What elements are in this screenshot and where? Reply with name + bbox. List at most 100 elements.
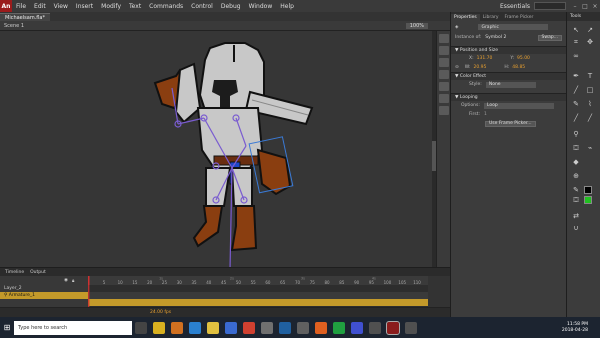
eraser-tool-icon[interactable]: ◆ (572, 158, 580, 166)
system-clock[interactable]: 11:58 PM 2018-04-28 (562, 322, 600, 334)
stroke-color-icon[interactable]: ✎ (572, 186, 580, 194)
x-field[interactable]: 131.70 (477, 56, 493, 61)
info-icon[interactable] (439, 70, 449, 79)
lasso-icon[interactable]: ∞ (572, 52, 580, 60)
lock-layers-icon[interactable]: 🔒︎ (72, 278, 74, 284)
animate-taskbar-icon[interactable] (386, 320, 400, 335)
tab-timeline[interactable]: Timeline (2, 270, 27, 275)
pinned-app-icon[interactable] (153, 321, 165, 334)
lock-icon[interactable]: ⊝ (455, 65, 459, 70)
menu-window[interactable]: Window (245, 3, 277, 10)
layer-row-selected[interactable]: ⚲ Armature_1 (0, 292, 88, 299)
color-icon[interactable] (439, 34, 449, 43)
pinned-app-icon[interactable] (333, 321, 345, 334)
pinned-app-icon[interactable] (261, 321, 273, 334)
pinned-app-icon[interactable] (369, 321, 381, 334)
brush-tool-icon[interactable]: ⌇ (586, 100, 594, 108)
menu-insert[interactable]: Insert (72, 3, 97, 10)
library-icon[interactable] (439, 106, 449, 115)
selection-tool-icon[interactable]: ↖ (572, 26, 580, 34)
w-field[interactable]: 20.95 (473, 65, 486, 70)
scene-breadcrumb[interactable]: Scene 1 (4, 23, 24, 29)
help-search-input[interactable] (534, 2, 566, 10)
frame-picker-button[interactable]: Use Frame Picker... (485, 120, 536, 127)
swatches-icon[interactable] (439, 46, 449, 55)
pencil-tool-icon[interactable]: ✎ (572, 100, 580, 108)
fill-color-swatch[interactable] (584, 196, 592, 204)
layer-row[interactable]: Layer_2 (0, 285, 88, 292)
zoom-select[interactable]: 100% (405, 22, 428, 29)
workspace-switcher[interactable]: Essentials (496, 3, 534, 10)
edge-icon[interactable] (189, 321, 201, 334)
fps-readout[interactable]: 24.00 fps (150, 310, 171, 315)
menu-help[interactable]: Help (276, 3, 298, 10)
swap-colors-icon[interactable]: ⇄ (572, 212, 580, 220)
stroke-color-swatch[interactable] (584, 186, 592, 194)
tab-properties[interactable]: Properties (451, 14, 480, 21)
close-icon[interactable]: × (590, 3, 600, 10)
line-tool-icon[interactable]: ╱ (572, 86, 580, 94)
history-icon[interactable] (439, 94, 449, 103)
document-tab[interactable]: Michaelsam.fla* (0, 13, 50, 21)
fill-color-icon[interactable]: ⛋ (572, 196, 580, 204)
pinned-app-icon[interactable] (297, 321, 309, 334)
pinned-app-icon[interactable] (171, 321, 183, 334)
h-field[interactable]: 48.85 (512, 65, 525, 70)
eyedropper-icon[interactable]: ⌁ (586, 144, 594, 152)
firefox-icon[interactable] (315, 321, 327, 334)
frame-grid[interactable] (88, 285, 428, 307)
tab-frame-picker[interactable]: Frame Picker (502, 14, 537, 21)
symbol-type-select[interactable]: Graphic (478, 24, 549, 30)
transform-icon[interactable] (439, 82, 449, 91)
store-icon[interactable] (225, 321, 237, 334)
bone-tool-icon[interactable]: ⚲ (572, 130, 580, 138)
style-select[interactable]: None (485, 81, 536, 88)
maximize-icon[interactable]: □ (580, 3, 590, 10)
pinned-app-icon[interactable] (279, 321, 291, 334)
layer-2-frames[interactable] (88, 292, 428, 299)
looping-section-header[interactable]: ▼ Looping (451, 93, 566, 101)
subselection-tool-icon[interactable]: ↗ (586, 26, 594, 34)
menu-text[interactable]: Text (125, 3, 145, 10)
zoom-tool-icon[interactable]: ⊕ (572, 172, 580, 180)
menu-debug[interactable]: Debug (217, 3, 245, 10)
align-icon[interactable] (439, 58, 449, 67)
3d-rotation-icon[interactable]: ✥ (586, 38, 594, 46)
pen-tool-icon[interactable]: ✒ (572, 72, 580, 80)
menu-modify[interactable]: Modify (97, 3, 125, 10)
armature-frames[interactable] (88, 299, 428, 306)
snap-magnet-icon[interactable]: ∪ (572, 224, 580, 232)
pinned-app-icon[interactable] (405, 321, 417, 334)
rectangle-tool-icon[interactable]: □ (586, 86, 594, 94)
stage-canvas[interactable] (0, 31, 432, 267)
mic-icon[interactable] (135, 321, 147, 334)
text-tool-icon[interactable]: T (586, 72, 594, 80)
swap-button[interactable]: Swap... (537, 34, 562, 41)
menu-commands[interactable]: Commands (145, 3, 187, 10)
character-artwork[interactable] (0, 31, 432, 267)
chrome-icon[interactable] (243, 321, 255, 334)
eye-icon[interactable]: ◉ (64, 278, 68, 283)
paint-bucket-icon[interactable]: ⛋ (572, 144, 580, 152)
tab-output[interactable]: Output (27, 270, 49, 275)
brush-alt-tool-icon[interactable]: ╱ (572, 114, 580, 122)
menu-edit[interactable]: Edit (30, 3, 50, 10)
menu-control[interactable]: Control (187, 3, 217, 10)
options-select[interactable]: Loop (483, 102, 554, 109)
y-field[interactable]: 95.00 (517, 56, 530, 61)
playhead[interactable] (88, 276, 90, 285)
position-section-header[interactable]: ▼ Position and Size (451, 46, 566, 54)
first-field[interactable]: 1 (484, 112, 487, 117)
menu-view[interactable]: View (50, 3, 72, 10)
minimize-icon[interactable]: – (570, 3, 580, 10)
file-explorer-icon[interactable] (207, 321, 219, 334)
taskbar-search-input[interactable]: Type here to search (14, 320, 132, 335)
free-transform-icon[interactable]: ⌗ (572, 38, 580, 46)
eraser-aux-icon[interactable]: ╱ (586, 114, 594, 122)
tab-library[interactable]: Library (480, 14, 502, 21)
timeline-ruler[interactable]: 5 10 15 20 25 30 35 40 45 50 55 60 65 70 75 80 85 90 95 100… (88, 276, 428, 285)
color-section-header[interactable]: ▼ Color Effect (451, 72, 566, 80)
pinned-app-icon[interactable] (351, 321, 363, 334)
windows-start-icon[interactable]: ⊞ (0, 317, 14, 338)
menu-file[interactable]: File (12, 3, 30, 10)
